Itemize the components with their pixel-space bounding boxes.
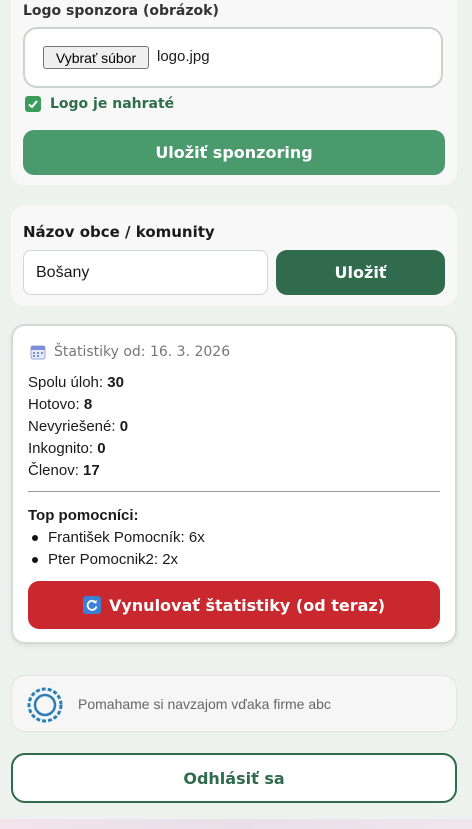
stat-incognito: Inkognito: 0 (28, 440, 106, 457)
community-name-input[interactable]: Bošany (23, 250, 268, 295)
list-item: Pter Pomocnik2: 2x (32, 551, 178, 568)
save-sponsoring-button[interactable]: Uložiť sponzoring (23, 130, 445, 175)
reset-stats-label: Vynulovať štatistiky (od teraz) (108, 595, 386, 615)
top-helpers-label: Top pomocníci: (28, 507, 139, 524)
choose-file-button[interactable]: Vybrať súbor (43, 46, 149, 69)
file-upload-field[interactable]: Vybrať súbor logo.jpg (23, 27, 443, 88)
community-name-label: Názov obce / komunity (23, 223, 215, 241)
refresh-icon (82, 596, 101, 614)
checkmark-icon (25, 96, 41, 112)
logo-uploaded-status: Logo je nahraté (25, 96, 174, 112)
logo-uploaded-text: Logo je nahraté (50, 96, 175, 112)
list-item: František Pomocník: 6x (32, 529, 205, 546)
sponsor-logo-icon (27, 687, 63, 723)
calendar-icon (30, 345, 46, 360)
logo-label: Logo sponzora (obrázok) (23, 3, 219, 19)
stat-unresolved: Nevyriešené: 0 (28, 418, 129, 435)
save-community-button[interactable]: Uložiť (276, 250, 445, 295)
bottom-strip (0, 819, 472, 829)
sponsor-text: Pomahame si navzajom vďaka firme abc (78, 696, 331, 712)
divider (28, 491, 440, 492)
file-name: logo.jpg (157, 48, 210, 65)
stats-since: Štatistiky od: 16. 3. 2026 (54, 344, 231, 360)
reset-stats-button[interactable]: Vynulovať štatistiky (od teraz) (28, 581, 440, 629)
stats-header: Štatistiky od: 16. 3. 2026 (30, 344, 230, 360)
logout-button[interactable]: Odhlásiť sa (11, 753, 457, 803)
stat-done: Hotovo: 8 (28, 396, 93, 413)
stat-members: Členov: 17 (28, 462, 100, 479)
stat-total: Spolu úloh: 30 (28, 374, 124, 391)
